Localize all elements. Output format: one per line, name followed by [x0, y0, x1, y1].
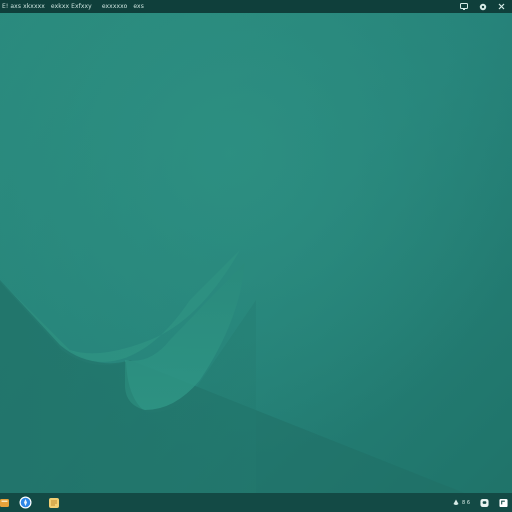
settings-icon[interactable]	[478, 2, 487, 11]
files-icon[interactable]	[0, 496, 11, 509]
top-tray	[459, 0, 506, 13]
taskbar: 8 6	[0, 493, 512, 512]
app-menu: E! axs xkxxxx exkxx Exfxxy exxxxxo exs	[2, 0, 144, 13]
network-status[interactable]: 8 6	[451, 498, 470, 507]
top-menu-bar: E! axs xkxxxx exkxx Exfxxy exxxxxo exs	[0, 0, 512, 13]
menu-item-4[interactable]: exs	[133, 0, 144, 13]
close-icon[interactable]	[497, 2, 506, 11]
menu-item-1[interactable]: E! axs xkxxxx	[2, 0, 45, 13]
notes-icon[interactable]	[47, 496, 60, 509]
chat-icon[interactable]	[480, 498, 489, 507]
notification-icon[interactable]	[499, 498, 508, 507]
desktop-wallpaper	[0, 0, 512, 512]
system-tray: 8 6	[451, 496, 508, 509]
menu-item-2[interactable]: exkxx Exfxxy	[51, 0, 92, 13]
monitor-icon[interactable]	[459, 2, 468, 11]
menu-item-3[interactable]: exxxxxo	[102, 0, 128, 13]
network-icon	[451, 498, 460, 507]
browser-icon[interactable]	[19, 496, 32, 509]
status-text: 8 6	[462, 499, 470, 506]
desktop-screen: E! axs xkxxxx exkxx Exfxxy exxxxxo exs 8…	[0, 0, 512, 512]
